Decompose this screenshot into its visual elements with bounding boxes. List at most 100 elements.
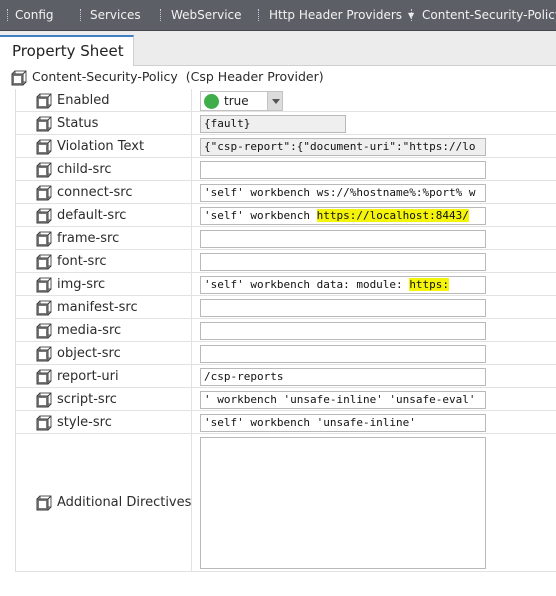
property-row-enabled: Enabled true	[16, 89, 556, 112]
root-component-row[interactable]: Content-Security-Policy (Csp Header Prov…	[0, 66, 556, 88]
breadcrumb-webservice[interactable]: WebService	[171, 0, 242, 31]
root-component-name: Content-Security-Policy	[32, 69, 178, 84]
column-divider	[191, 319, 192, 341]
tab-strip: Property Sheet	[0, 31, 556, 66]
enabled-value: true	[224, 94, 249, 108]
breadcrumb-content-security-policy[interactable]: Content-Security-Policy	[422, 0, 556, 31]
slot-icon	[36, 495, 52, 511]
slot-icon	[36, 323, 52, 339]
root-component-type: (Csp Header Provider)	[185, 69, 324, 84]
property-label: object-src	[57, 346, 121, 361]
breadcrumb-http-header-providers-label: Http Header Providers	[269, 8, 403, 22]
status-field: {fault}	[200, 115, 346, 133]
property-row-style-src: style-src 'self' workbench 'unsafe-inlin…	[16, 411, 556, 434]
slot-icon	[36, 231, 52, 247]
property-label: Violation Text	[57, 139, 145, 154]
slot-icon	[36, 369, 52, 385]
script-src-input[interactable]: ' workbench 'unsafe-inline' 'unsafe-eval…	[200, 391, 486, 409]
column-divider	[191, 250, 192, 272]
property-row-manifest-src: manifest-src	[16, 296, 556, 319]
status-dot-icon	[204, 94, 219, 109]
slot-icon	[36, 185, 52, 201]
tab-property-sheet[interactable]: Property Sheet	[0, 35, 134, 66]
default-src-highlight: https://localhost:8443/	[316, 209, 469, 222]
connect-src-input[interactable]: 'self' workbench ws://%hostname%:%port% …	[200, 184, 486, 202]
column-divider	[191, 204, 192, 226]
slot-icon	[36, 208, 52, 224]
style-src-input[interactable]: 'self' workbench 'unsafe-inline'	[200, 414, 486, 432]
font-src-input[interactable]	[200, 253, 486, 271]
violation-text-field[interactable]: {"csp-report":{"document-uri":"https://l…	[200, 138, 486, 156]
property-label: Additional Directives	[57, 495, 192, 510]
property-label: img-src	[57, 277, 106, 292]
column-divider	[191, 388, 192, 410]
property-label: frame-src	[57, 231, 120, 246]
property-grid: Enabled true Status {fault} Violation Te…	[15, 89, 556, 572]
breadcrumb-separator	[160, 9, 163, 21]
breadcrumb-separator	[7, 9, 10, 21]
property-row-img-src: img-src 'self' workbench data: module: h…	[16, 273, 556, 296]
property-row-violation-text: Violation Text {"csp-report":{"document-…	[16, 135, 556, 158]
property-label: media-src	[57, 323, 122, 338]
report-uri-input[interactable]: /csp-reports	[200, 368, 486, 386]
property-label: manifest-src	[57, 300, 138, 315]
breadcrumb-separator	[411, 9, 414, 21]
column-divider	[191, 181, 192, 203]
property-row-frame-src: frame-src	[16, 227, 556, 250]
slot-icon	[36, 277, 52, 293]
column-divider	[191, 89, 192, 111]
property-row-child-src: child-src	[16, 158, 556, 181]
manifest-src-input[interactable]	[200, 299, 486, 317]
property-row-status: Status {fault}	[16, 112, 556, 135]
media-src-input[interactable]	[200, 322, 486, 340]
property-row-script-src: script-src ' workbench 'unsafe-inline' '…	[16, 388, 556, 411]
property-label: child-src	[57, 162, 112, 177]
img-src-input[interactable]: 'self' workbench data: module: https:	[200, 276, 486, 294]
slot-icon	[36, 93, 52, 109]
column-divider	[191, 227, 192, 249]
slot-icon	[36, 116, 52, 132]
property-row-additional-directives: Additional Directives	[16, 434, 556, 572]
slot-icon	[36, 162, 52, 178]
property-label: default-src	[57, 208, 127, 223]
chevron-down-icon[interactable]	[267, 92, 282, 110]
column-divider	[191, 296, 192, 318]
slot-icon	[36, 254, 52, 270]
child-src-input[interactable]	[200, 161, 486, 179]
component-icon	[11, 70, 27, 86]
default-src-input[interactable]: 'self' workbench https://localhost:8443/	[200, 207, 486, 225]
column-divider	[191, 342, 192, 364]
column-divider	[191, 411, 192, 433]
slot-icon	[36, 346, 52, 362]
column-divider	[191, 365, 192, 387]
object-src-input[interactable]	[200, 345, 486, 363]
root-component-label: Content-Security-Policy (Csp Header Prov…	[32, 66, 324, 88]
breadcrumb-config[interactable]: Config	[15, 0, 54, 31]
slot-icon	[36, 300, 52, 316]
column-divider	[191, 135, 192, 157]
column-divider	[191, 112, 192, 134]
frame-src-input[interactable]	[200, 230, 486, 248]
property-row-connect-src: connect-src 'self' workbench ws://%hostn…	[16, 181, 556, 204]
property-label: connect-src	[57, 185, 133, 200]
column-divider	[191, 158, 192, 180]
column-divider	[191, 273, 192, 295]
property-label: style-src	[57, 415, 112, 430]
property-label: font-src	[57, 254, 107, 269]
img-src-text: 'self' workbench data: module:	[204, 278, 410, 291]
property-row-font-src: font-src	[16, 250, 556, 273]
breadcrumb-separator	[80, 9, 83, 21]
property-row-object-src: object-src	[16, 342, 556, 365]
column-divider	[191, 434, 192, 571]
property-row-report-uri: report-uri /csp-reports	[16, 365, 556, 388]
breadcrumb-services[interactable]: Services	[90, 0, 141, 31]
breadcrumb-http-header-providers[interactable]: Http Header Providers ▼	[269, 0, 414, 31]
default-src-text: 'self' workbench	[204, 209, 317, 222]
property-label: Enabled	[57, 93, 110, 108]
additional-directives-textarea[interactable]	[200, 437, 486, 569]
enabled-dropdown[interactable]: true	[200, 91, 283, 111]
property-row-default-src: default-src 'self' workbench https://loc…	[16, 204, 556, 227]
img-src-highlight: https:	[409, 278, 450, 291]
breadcrumb: Config Services WebService Http Header P…	[0, 0, 556, 31]
breadcrumb-separator	[258, 9, 261, 21]
